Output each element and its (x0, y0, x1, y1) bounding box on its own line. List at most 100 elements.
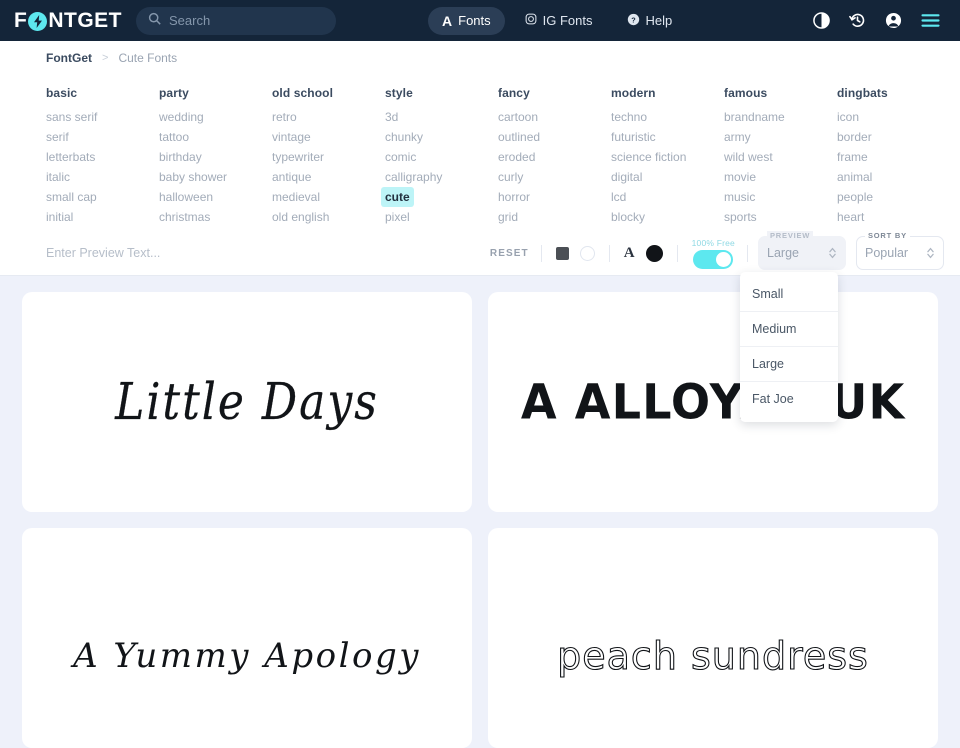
font-card[interactable]: peach sundress (488, 528, 938, 748)
category-item-wrap: brandname (724, 107, 837, 127)
category-item-grid[interactable]: grid (498, 210, 518, 224)
category-item-wrap: vintage (272, 127, 385, 147)
free-filter-label: 100% Free (691, 237, 735, 248)
nav-tab-fonts-label: Fonts (458, 13, 491, 28)
category-item-movie[interactable]: movie (724, 170, 756, 184)
search-input[interactable]: Search (136, 6, 336, 35)
text-color-letter-icon: A (623, 244, 635, 261)
category-column-fancy: fancy cartoon outlined eroded curly horror gri… (498, 86, 611, 230)
contrast-icon[interactable] (813, 12, 830, 29)
category-item-sans-serif[interactable]: sans serif (46, 110, 97, 124)
category-item-cute[interactable]: cute (381, 187, 414, 207)
category-item-wrap: typewriter (272, 147, 385, 167)
free-filter-toggle[interactable] (693, 249, 734, 269)
background-color-swatches (542, 245, 609, 261)
category-item-frame[interactable]: frame (837, 150, 868, 164)
category-item-wrap: chunky (385, 127, 498, 147)
category-item-chunky[interactable]: chunky (385, 130, 423, 144)
category-item-techno[interactable]: techno (611, 110, 647, 124)
category-item-people[interactable]: people (837, 190, 873, 204)
category-item-initial[interactable]: initial (46, 210, 73, 224)
category-item-curly[interactable]: curly (498, 170, 523, 184)
category-item-pixel[interactable]: pixel (385, 210, 410, 224)
nav-tab-fonts[interactable]: A Fonts (428, 6, 505, 35)
category-item-wild-west[interactable]: wild west (724, 150, 773, 164)
category-item-animal[interactable]: animal (837, 170, 872, 184)
category-item-3d[interactable]: 3d (385, 110, 398, 124)
reset-button[interactable]: RESET (478, 248, 541, 259)
category-item-cartoon[interactable]: cartoon (498, 110, 538, 124)
preview-text-input[interactable]: Enter Preview Text... (46, 246, 466, 260)
dropdown-option-large[interactable]: Large (740, 346, 838, 381)
category-item-retro[interactable]: retro (272, 110, 297, 124)
category-item-old-english[interactable]: old english (272, 210, 329, 224)
category-item-horror[interactable]: horror (498, 190, 530, 204)
category-heading[interactable]: dingbats (837, 86, 950, 100)
app-logo[interactable]: F NTGET (14, 9, 122, 33)
category-item-tattoo[interactable]: tattoo (159, 130, 189, 144)
dropdown-option-medium[interactable]: Medium (740, 311, 838, 346)
bg-color-dark-swatch[interactable] (555, 246, 569, 260)
text-color-black-swatch[interactable] (645, 244, 663, 262)
category-item-outlined[interactable]: outlined (498, 130, 540, 144)
category-heading[interactable]: basic (46, 86, 159, 100)
category-item-italic[interactable]: italic (46, 170, 70, 184)
category-item-futuristic[interactable]: futuristic (611, 130, 656, 144)
category-item-digital[interactable]: digital (611, 170, 642, 184)
category-heading[interactable]: party (159, 86, 272, 100)
font-card[interactable]: A ALLOYA BUK (488, 292, 938, 512)
header-nav: A Fonts IG Fonts ? Help (428, 6, 687, 35)
category-item-brandname[interactable]: brandname (724, 110, 785, 124)
category-item-sports[interactable]: sports (724, 210, 757, 224)
chevron-updown-icon (828, 246, 837, 260)
category-heading[interactable]: famous (724, 86, 837, 100)
bg-color-light-swatch[interactable] (579, 245, 595, 261)
category-item-typewriter[interactable]: typewriter (272, 150, 324, 164)
category-item-lcd[interactable]: lcd (611, 190, 626, 204)
category-item-letterbats[interactable]: letterbats (46, 150, 95, 164)
category-item-science-fiction[interactable]: science fiction (611, 150, 686, 164)
category-item-wedding[interactable]: wedding (159, 110, 204, 124)
category-item-music[interactable]: music (724, 190, 755, 204)
category-item-heart[interactable]: heart (837, 210, 864, 224)
category-heading[interactable]: old school (272, 86, 385, 100)
font-card[interactable]: Little Days (22, 292, 472, 512)
preview-size-value: Large (767, 246, 799, 260)
category-item-baby-shower[interactable]: baby shower (159, 170, 227, 184)
category-item-border[interactable]: border (837, 130, 872, 144)
category-heading[interactable]: modern (611, 86, 724, 100)
category-item-blocky[interactable]: blocky (611, 210, 645, 224)
dropdown-option-small[interactable]: Small (740, 276, 838, 311)
category-item-comic[interactable]: comic (385, 150, 416, 164)
category-item-birthday[interactable]: birthday (159, 150, 202, 164)
category-item-army[interactable]: army (724, 130, 751, 144)
nav-tab-ig-fonts[interactable]: IG Fonts (511, 7, 607, 34)
menu-icon[interactable] (921, 13, 940, 28)
header-icon-group (813, 12, 940, 29)
account-icon[interactable] (885, 12, 902, 29)
category-item-calligraphy[interactable]: calligraphy (385, 170, 442, 184)
category-heading[interactable]: fancy (498, 86, 611, 100)
category-item-halloween[interactable]: halloween (159, 190, 213, 204)
category-item-wrap: people (837, 187, 950, 207)
dropdown-option-fat-joe[interactable]: Fat Joe (740, 381, 838, 416)
category-item-wrap: outlined (498, 127, 611, 147)
instagram-icon (525, 13, 537, 28)
category-item-small-cap[interactable]: small cap (46, 190, 97, 204)
nav-tab-help[interactable]: ? Help (613, 7, 687, 35)
category-item-christmas[interactable]: christmas (159, 210, 210, 224)
category-heading[interactable]: style (385, 86, 498, 100)
category-item-medieval[interactable]: medieval (272, 190, 320, 204)
breadcrumb-root[interactable]: FontGet (46, 51, 92, 65)
category-item-vintage[interactable]: vintage (272, 130, 311, 144)
category-item-eroded[interactable]: eroded (498, 150, 535, 164)
sort-by-select[interactable]: SORT BY Popular (856, 231, 944, 270)
category-item-icon[interactable]: icon (837, 110, 859, 124)
font-card[interactable]: A Yummy Apology (22, 528, 472, 748)
history-icon[interactable] (849, 12, 866, 29)
preview-size-select[interactable]: PREVIEW Large (758, 231, 846, 270)
category-item-serif[interactable]: serif (46, 130, 69, 144)
category-item-antique[interactable]: antique (272, 170, 311, 184)
category-item-wrap: baby shower (159, 167, 272, 187)
breadcrumb: FontGet > Cute Fonts (0, 41, 960, 75)
